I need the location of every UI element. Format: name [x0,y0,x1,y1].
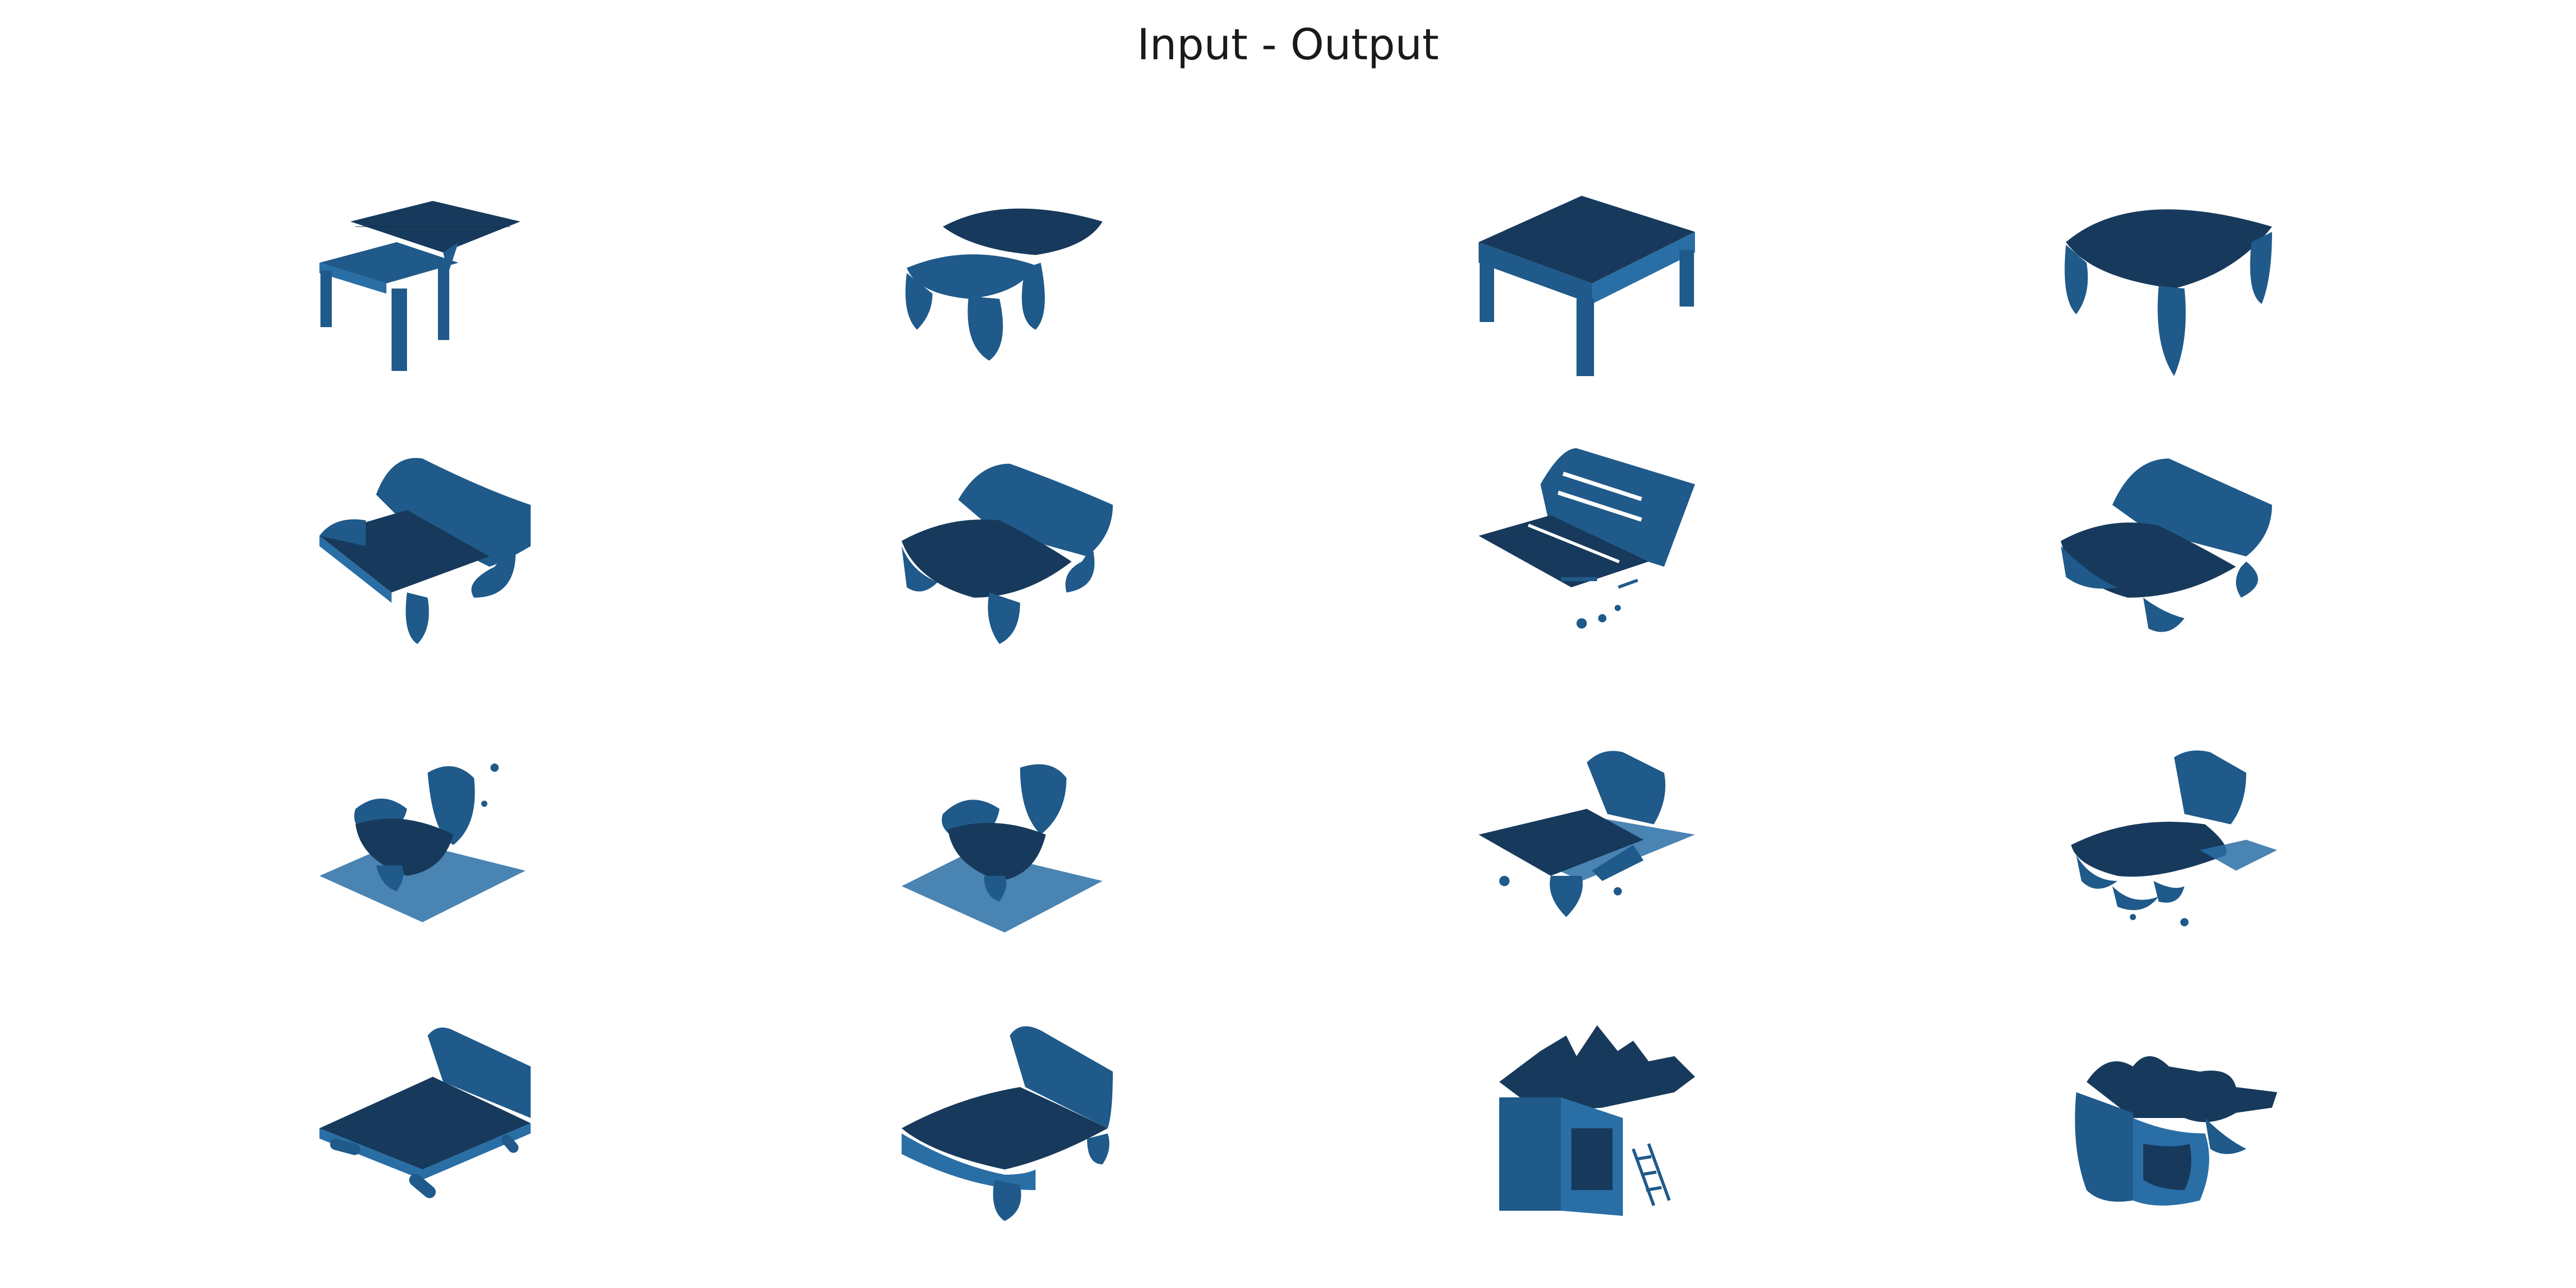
mesh-render-r4-c2 [871,994,1159,1283]
mesh-render-r2-c1 [289,428,577,716]
mesh-render-r1-c2 [871,144,1159,433]
mesh-render-r1-c4 [2030,144,2318,433]
mesh-render-r2-c2 [871,428,1159,716]
mesh-render-r2-c4 [2030,428,2318,716]
mesh-render-r1-c1 [289,144,577,433]
mesh-render-r3-c4 [2030,711,2318,999]
mesh-render-r4-c4 [2030,994,2318,1283]
mesh-render-r3-c1 [289,711,577,999]
mesh-render-r3-c3 [1448,711,1736,999]
mesh-render-r4-c1 [289,994,577,1283]
mesh-render-r2-c3 [1448,428,1736,716]
mesh-render-r4-c3 [1448,994,1736,1283]
mesh-render-r3-c2 [871,711,1159,999]
figure-title: Input - Output [1137,20,1439,70]
mesh-render-r1-c3 [1448,144,1736,433]
